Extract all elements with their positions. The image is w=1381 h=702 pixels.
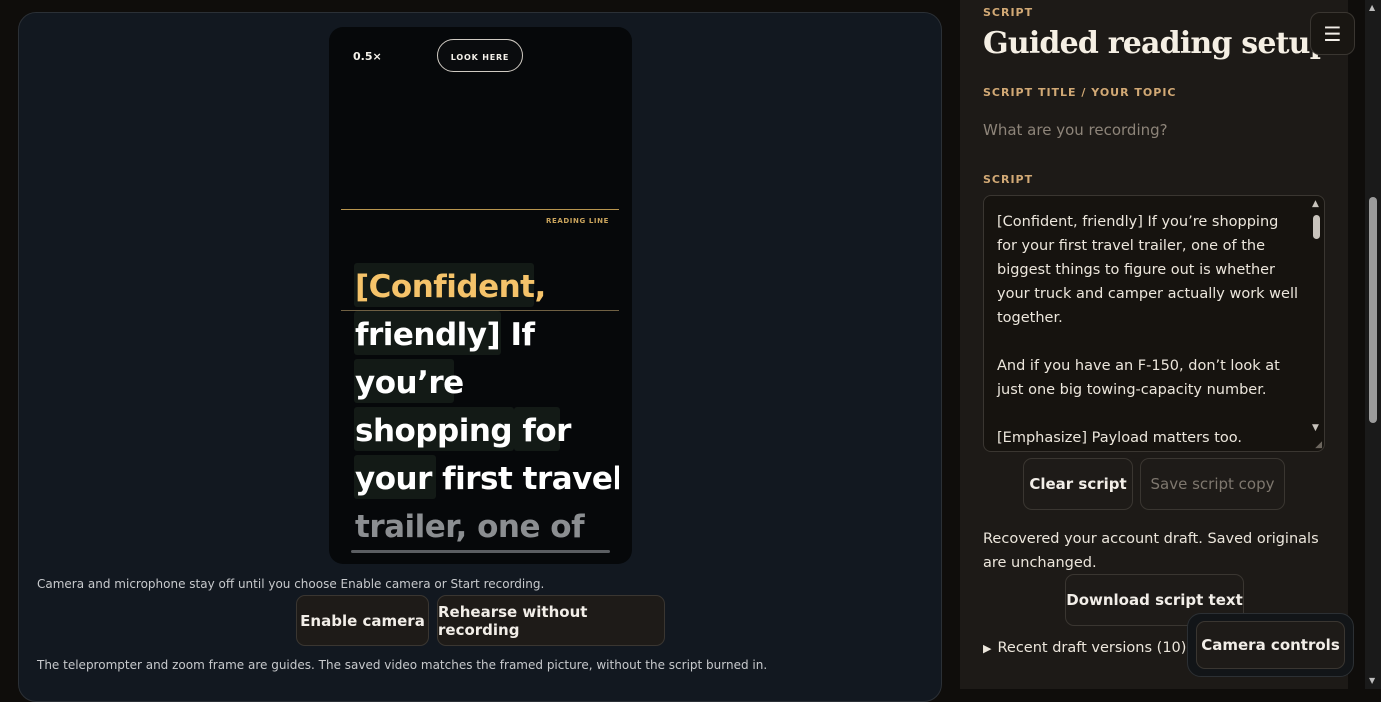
scroll-down-icon[interactable]: ▼ bbox=[1369, 676, 1375, 685]
scroll-down-icon[interactable]: ▼ bbox=[1312, 423, 1319, 433]
save-script-copy-button[interactable]: Save script copy bbox=[1140, 458, 1285, 510]
reading-line-label: READING LINE bbox=[546, 217, 609, 225]
disclosure-triangle-icon: ▶ bbox=[983, 642, 992, 655]
textarea-scrollbar[interactable]: ▲ ▼ bbox=[1309, 197, 1323, 450]
prompter-line: friendly] If bbox=[355, 317, 535, 353]
recent-drafts-label: Recent draft versions (10) bbox=[997, 640, 1187, 656]
camera-privacy-note: Camera and microphone stay off until you… bbox=[37, 577, 545, 591]
recent-drafts-toggle[interactable]: ▶ Recent draft versions (10) bbox=[983, 640, 1186, 656]
guide-note: The teleprompter and zoom frame are guid… bbox=[37, 658, 768, 672]
section-eyebrow: SCRIPT bbox=[983, 6, 1034, 19]
page-title: Guided reading setup bbox=[983, 26, 1331, 61]
scroll-up-icon[interactable]: ▲ bbox=[1369, 3, 1375, 12]
prompter-line: shopping for bbox=[355, 413, 571, 449]
current-line-guide bbox=[341, 310, 619, 311]
prompter-text: [Confident, friendly] If you’re shopping… bbox=[341, 262, 619, 552]
prompter-line: your first travel bbox=[355, 461, 619, 497]
reading-line-rule bbox=[341, 209, 619, 210]
page-scroll-thumb[interactable] bbox=[1369, 197, 1377, 423]
scroll-up-icon[interactable]: ▲ bbox=[1312, 199, 1319, 209]
prompter-line: trailer, one of bbox=[355, 509, 585, 545]
camera-controls-button[interactable]: Camera controls bbox=[1196, 621, 1345, 669]
script-field-label: SCRIPT bbox=[983, 173, 1034, 186]
hamburger-icon: ☰ bbox=[1323, 21, 1342, 46]
script-text[interactable]: [Confident, friendly] If you’re shopping… bbox=[997, 210, 1302, 450]
rehearse-button[interactable]: Rehearse without recording bbox=[437, 595, 665, 646]
prompter-progress-bar bbox=[351, 550, 610, 553]
clear-script-button[interactable]: Clear script bbox=[1023, 458, 1133, 510]
page-scrollbar[interactable]: ▲ ▼ bbox=[1365, 0, 1381, 689]
prompter-line: you’re bbox=[355, 365, 464, 401]
title-field-label: SCRIPT TITLE / YOUR TOPIC bbox=[983, 86, 1177, 99]
script-textarea[interactable]: [Confident, friendly] If you’re shopping… bbox=[983, 195, 1325, 452]
resize-grip-icon[interactable]: ◢ bbox=[1315, 440, 1322, 450]
scroll-thumb[interactable] bbox=[1313, 215, 1320, 239]
zoom-level[interactable]: 0.5× bbox=[353, 50, 382, 63]
menu-button[interactable]: ☰ bbox=[1310, 12, 1355, 55]
look-here-badge: LOOK HERE bbox=[437, 39, 523, 72]
prompter-line: [Confident, bbox=[355, 269, 546, 305]
script-title-input[interactable]: What are you recording? bbox=[983, 121, 1313, 139]
enable-camera-button[interactable]: Enable camera bbox=[296, 595, 429, 646]
status-message: Recovered your account draft. Saved orig… bbox=[983, 531, 1319, 571]
